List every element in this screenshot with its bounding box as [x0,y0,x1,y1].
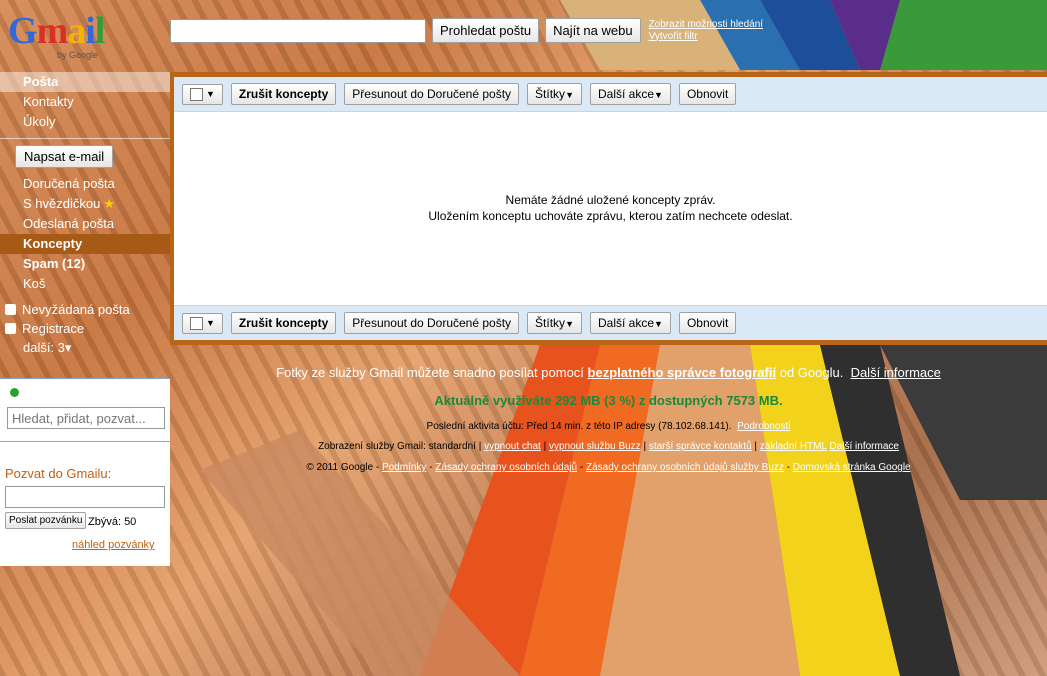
old-contacts-link[interactable]: starší správce kontaktů [649,441,752,452]
nav-mail[interactable]: Pošta [0,72,170,92]
folder-drafts[interactable]: Koncepty [0,234,170,254]
label-registration[interactable]: Registrace [0,319,170,338]
move-to-inbox-button[interactable]: Přesunout do Doručené pošty [344,312,520,334]
search-bar: Prohledat poštu Najít na webu Zobrazit m… [170,18,763,43]
footer: Fotky ze služby Gmail můžete snadno posí… [170,365,1047,473]
labels-dropdown-label: Štítky [535,316,566,330]
invite-title: Pozvat do Gmailu: [5,466,112,481]
label-junk[interactable]: Nevyžádaná pošta [0,300,170,319]
dropdown-arrow-icon: ▼ [565,90,574,100]
view-more-info-link[interactable]: Další informace [829,441,898,452]
divider [0,138,170,139]
last-activity-text: Poslední aktivita účtu: Před 14 min. z t… [426,421,732,432]
create-filter-link[interactable]: Vytvořit filtr [649,31,764,43]
folder-spam[interactable]: Spam (12) [0,254,170,274]
more-actions-dropdown[interactable]: Další akce▼ [589,312,671,334]
drafts-panel: ▼ Zrušit koncepty Přesunout do Doručené … [170,72,1047,345]
label-junk-text: Nevyžádaná pošta [22,302,130,317]
buzz-privacy-link[interactable]: Zásady ochrany osobních údajů služby Buz… [586,462,784,473]
folder-sent[interactable]: Odeslaná pošta [0,214,170,234]
disable-buzz-link[interactable]: vypnout službu Buzz [549,441,641,452]
online-status-icon[interactable] [10,388,19,397]
labels-dropdown[interactable]: Štítky▼ [527,312,582,334]
discard-drafts-button[interactable]: Zrušit koncepty [230,312,337,334]
send-invite-button[interactable]: Poslat pozvánku [5,512,87,529]
toolbar-top: ▼ Zrušit koncepty Přesunout do Doručené … [174,77,1047,112]
refresh-button[interactable]: Obnovit [678,312,737,334]
select-checkbox-dropdown[interactable]: ▼ [182,83,223,105]
checkbox-icon [190,316,203,330]
storage-usage: Aktuálně využíváte 292 MB (3 %) z dostup… [434,393,783,408]
more-labels-link[interactable]: další: 3▾ [0,338,170,358]
toolbar-bottom: ▼ Zrušit koncepty Přesunout do Doručené … [174,305,1047,340]
dropdown-arrow-icon: ▼ [565,319,574,329]
dropdown-arrow-icon: ▼ [654,90,663,100]
chat-search-input[interactable] [7,407,165,429]
more-actions-label: Další akce [597,87,655,101]
copyright: © 2011 Google - [306,462,380,473]
legal-links: © 2011 Google - Podmínky - Zásady ochran… [306,462,911,473]
logo-byline: by Google [56,50,98,60]
basic-html-link[interactable]: základní HTML [760,441,827,452]
drafts-content: ▼ Zrušit koncepty Přesunout do Doručené … [174,77,1047,340]
logo-wordmark: Gmail [8,10,105,52]
star-icon: ★ [103,196,115,211]
invite-email-input[interactable] [5,486,165,508]
invite-panel: Pozvat do Gmailu: Poslat pozvánku Zbývá:… [0,441,170,566]
label-registration-text: Registrace [22,321,85,336]
label-color-icon [5,323,16,334]
folder-trash[interactable]: Koš [0,274,170,294]
search-input[interactable] [170,18,426,43]
view-label: Zobrazení služby Gmail: standardní | [318,441,482,452]
dropdown-arrow-icon: ▼ [206,89,215,99]
invites-remaining: Zbývá: 50 [88,516,137,528]
dropdown-arrow-icon: ▼ [206,318,215,328]
labels-dropdown[interactable]: Štítky▼ [527,83,582,105]
folder-inbox[interactable]: Doručená pošta [0,174,170,194]
photo-manager-link[interactable]: bezplatného správce fotografií [588,365,777,380]
nav-contacts[interactable]: Kontakty [0,92,170,112]
search-web-button[interactable]: Najít na webu [545,18,641,43]
activity-details-link[interactable]: Podrobnosti [737,421,790,432]
google-home-link[interactable]: Domovská stránka Google [793,462,911,473]
nav-tasks[interactable]: Úkoly [0,112,170,132]
compose-button[interactable]: Napsat e-mail [15,145,114,168]
photos-prefix: Fotky ze služby Gmail můžete snadno posí… [276,365,584,380]
disable-chat-link[interactable]: vypnout chat [484,441,541,452]
checkbox-icon [190,87,203,101]
view-options: Zobrazení služby Gmail: standardní | vyp… [318,441,899,452]
privacy-link[interactable]: Zásady ochrany osobních údajů [435,462,577,473]
label-color-icon [5,304,16,315]
dropdown-arrow-icon: ▼ [654,319,663,329]
empty-state-line1: Nemáte žádné uložené koncepty zpráv. [505,193,716,207]
refresh-button[interactable]: Obnovit [678,83,737,105]
discard-drafts-button[interactable]: Zrušit koncepty [230,83,337,105]
more-info-link[interactable]: Další informace [851,365,941,380]
chat-panel [0,378,170,442]
folder-starred[interactable]: S hvězdičkou ★ [0,194,170,214]
sidebar: Pošta Kontakty Úkoly Napsat e-mail Doruč… [0,72,170,358]
more-actions-dropdown[interactable]: Další akce▼ [589,83,671,105]
terms-link[interactable]: Podmínky [382,462,426,473]
move-to-inbox-button[interactable]: Přesunout do Doručené pošty [344,83,520,105]
gmail-logo[interactable]: Gmail by Google [8,10,105,60]
folder-starred-label: S hvězdičkou [23,196,101,211]
search-options-link[interactable]: Zobrazit možnosti hledání [649,19,764,31]
empty-state-line2: Uložením konceptu uchováte zprávu, ktero… [428,209,793,223]
invite-preview-link[interactable]: náhled pozvánky [72,539,155,551]
more-actions-label: Další akce [597,316,655,330]
last-activity: Poslední aktivita účtu: Před 14 min. z t… [170,421,1047,432]
photos-promo: Fotky ze služby Gmail můžete snadno posí… [170,365,1047,380]
empty-state: Nemáte žádné uložené koncepty zpráv. Ulo… [174,192,1047,224]
photos-suffix: od Googlu. [779,365,844,380]
search-mail-button[interactable]: Prohledat poštu [432,18,540,43]
search-links: Zobrazit možnosti hledání Vytvořit filtr [649,19,764,43]
labels-dropdown-label: Štítky [535,87,566,101]
select-checkbox-dropdown[interactable]: ▼ [182,312,223,334]
